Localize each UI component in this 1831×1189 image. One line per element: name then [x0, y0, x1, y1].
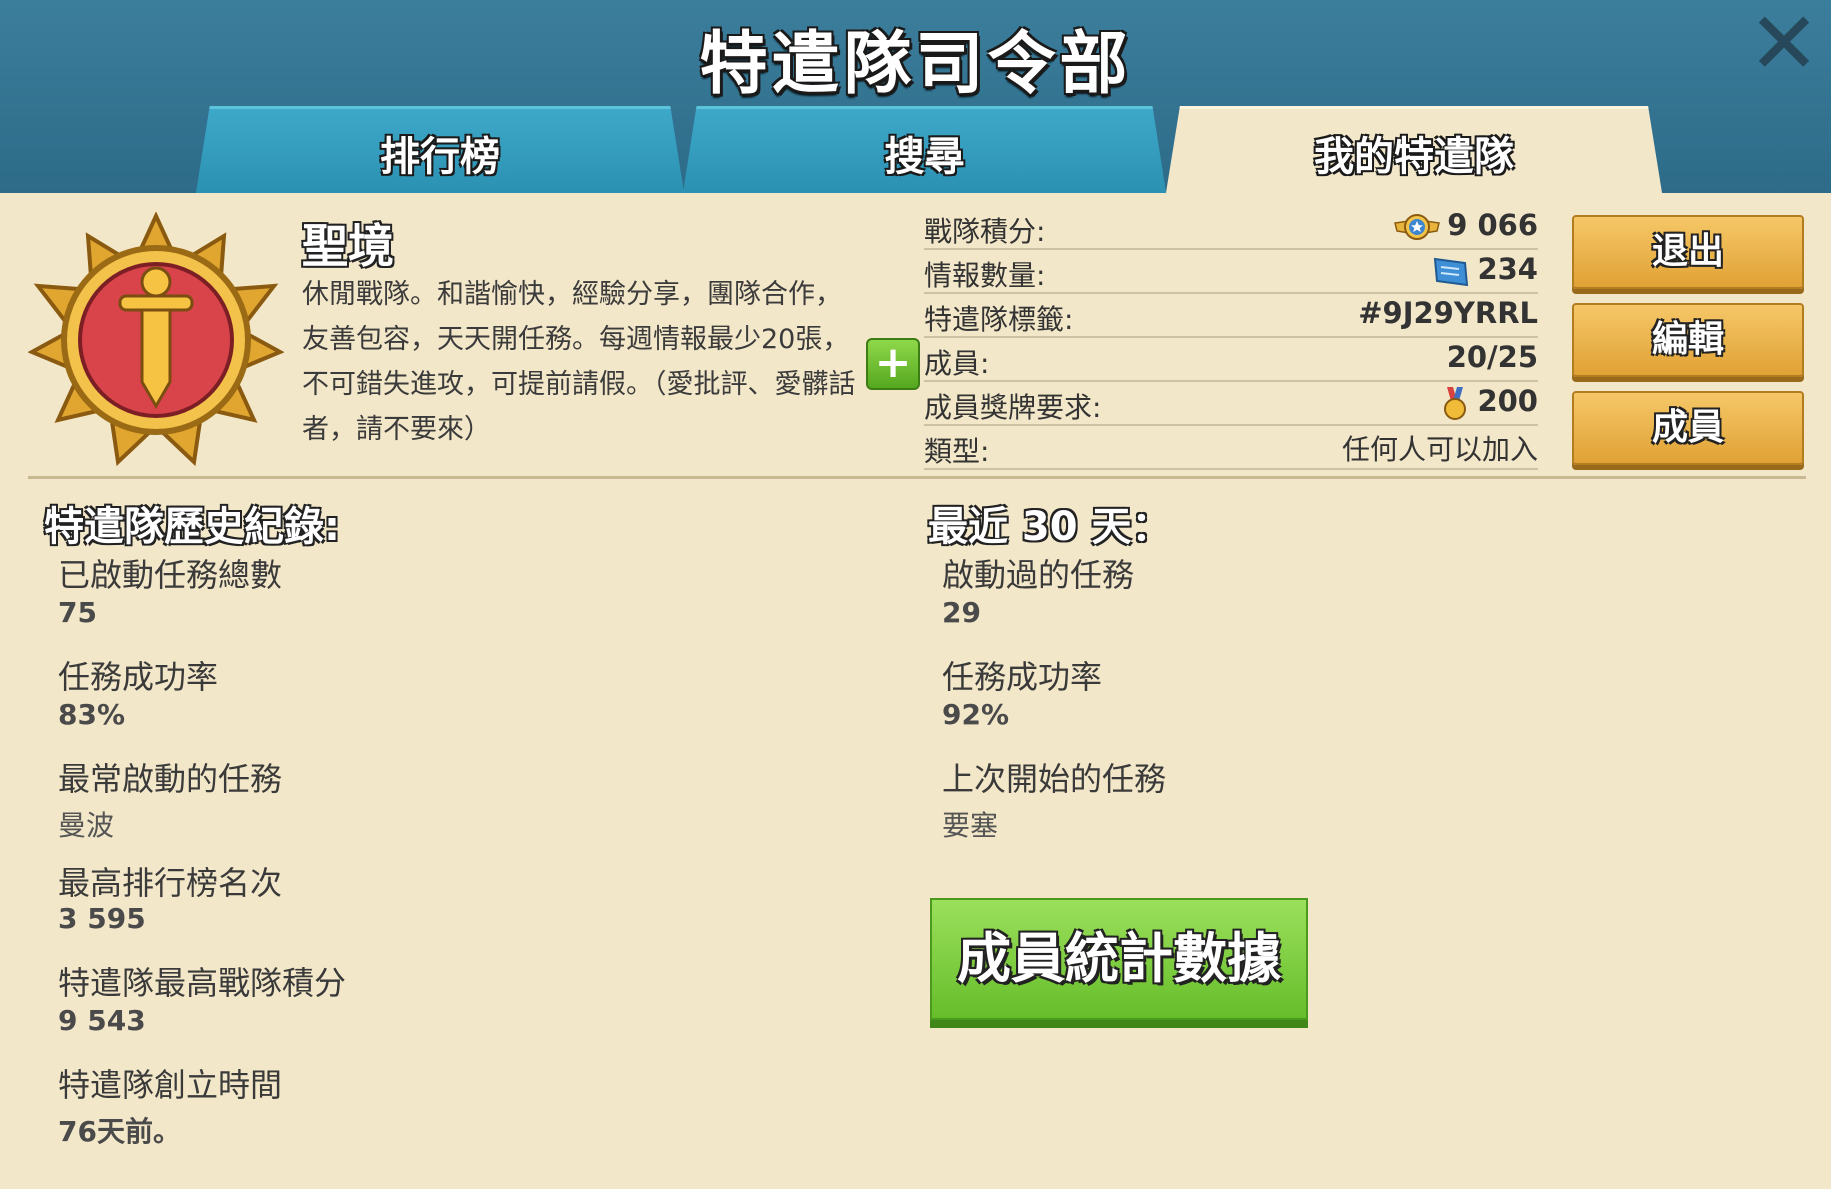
tab-leaderboard[interactable]: 排行榜 [195, 106, 685, 199]
history-value: 76天前。 [58, 1115, 181, 1148]
clan-description: 休閒戰隊。和諧愉快，經驗分享，團隊合作，友善包容，天天開任務。每週情報最少20張… [302, 279, 856, 445]
victory-points-icon [1394, 214, 1441, 240]
stat-value: 任何人可以加入 [1341, 433, 1538, 466]
clan-emblem-icon [28, 212, 284, 467]
history-value: 75 [58, 596, 97, 629]
history-label: 已啟動任務總數 [58, 556, 283, 594]
history-value: 3 595 [58, 902, 146, 935]
history-value: 9 543 [58, 1004, 146, 1037]
history-label: 任務成功率 [58, 658, 219, 696]
stat-row-members: 成員: 20/25 [924, 340, 1538, 382]
clan-name: 聖境 [302, 219, 394, 273]
stat-label: 類型: [924, 435, 990, 468]
stat-row-medal-requirement: 成員獎牌要求: 200 [924, 384, 1538, 426]
history-title: 特遣隊歷史紀錄: [44, 504, 340, 550]
history-label: 最高排行榜名次 [58, 864, 283, 902]
add-icon[interactable]: + [866, 338, 920, 390]
close-icon[interactable]: ✕ [1748, 1, 1820, 87]
leave-button[interactable]: 退出 [1572, 215, 1804, 289]
stat-label: 特遣隊標籤: [924, 303, 1074, 336]
history-label: 最常啟動的任務 [58, 760, 283, 798]
stat-label: 成員獎牌要求: [924, 391, 1102, 424]
stat-value: 9 066 [1447, 208, 1538, 242]
recent-label: 啟動過的任務 [942, 556, 1135, 594]
stat-label: 成員: [924, 347, 990, 380]
medal-icon [1444, 387, 1467, 420]
intel-icon [1434, 257, 1469, 287]
recent-title: 最近 30 天： [928, 504, 1172, 550]
stat-value: 234 [1477, 252, 1538, 286]
page-title: 特遣隊司令部 [699, 25, 1132, 104]
history-label: 特遣隊創立時間 [58, 1066, 283, 1104]
stat-label: 戰隊積分: [924, 215, 1046, 248]
history-value: 曼波 [58, 809, 115, 842]
stat-row-tag: 特遣隊標籤: #9J29YRRL [924, 296, 1538, 338]
recent-label: 上次開始的任務 [942, 760, 1167, 798]
history-label: 特遣隊最高戰隊積分 [58, 964, 347, 1002]
recent-label: 任務成功率 [942, 658, 1103, 696]
tab-my-task-force[interactable]: 我的特遣隊 [1165, 106, 1663, 199]
stat-row-victory-points: 戰隊積分: 9 066 [924, 208, 1538, 250]
stat-row-intel: 情報數量: 234 [924, 252, 1538, 294]
stat-row-type: 類型: 任何人可以加入 [924, 428, 1538, 470]
edit-button[interactable]: 編輯 [1572, 303, 1804, 377]
divider [28, 476, 1806, 479]
members-button[interactable]: 成員 [1572, 391, 1804, 465]
recent-value: 92% [942, 698, 1010, 731]
tab-search[interactable]: 搜尋 [682, 106, 1167, 199]
recent-value: 29 [942, 596, 981, 629]
member-stats-button[interactable]: 成員統計數據 [930, 898, 1308, 1020]
stat-value: 200 [1477, 384, 1538, 418]
stat-label: 情報數量: [924, 259, 1046, 292]
stat-value: #9J29YRRL [1358, 296, 1538, 330]
history-value: 83% [58, 698, 126, 731]
recent-value: 要塞 [942, 809, 999, 842]
stat-value: 20/25 [1446, 340, 1538, 374]
